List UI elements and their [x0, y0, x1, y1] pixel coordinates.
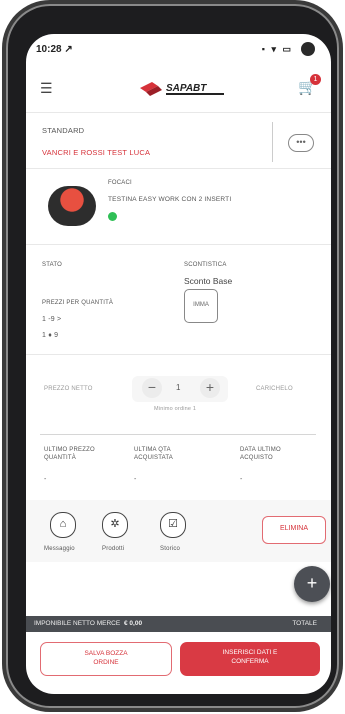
products-icon[interactable]: ✲ — [102, 512, 128, 538]
camera-cutout — [301, 42, 315, 56]
increment-button[interactable]: + — [200, 378, 220, 398]
logo-text: SAPABT — [166, 83, 207, 94]
decrement-button[interactable]: − — [142, 378, 162, 398]
product-label: FOCACI — [108, 180, 132, 186]
chat-icon[interactable]: ••• — [288, 134, 314, 152]
status-bar: 10:28 ↗ ▪ ▾ ▭ — [36, 42, 321, 58]
phone-frame: 10:28 ↗ ▪ ▾ ▭ ☰ SAPABT 🛒 1 STANDARD VANC… — [6, 4, 339, 708]
divider — [26, 168, 331, 169]
product-image — [48, 186, 96, 226]
app-screen: 10:28 ↗ ▪ ▾ ▭ ☰ SAPABT 🛒 1 STANDARD VANC… — [26, 34, 331, 694]
qty-price-line-2: 1 ♦ 9 — [42, 332, 59, 339]
history-value-3: - — [240, 476, 243, 483]
top-bar: ☰ SAPABT 🛒 1 — [26, 68, 331, 108]
image-button[interactable]: IMMA — [184, 289, 218, 323]
customer-name[interactable]: VANCRI E ROSSI TEST LUCA — [42, 148, 150, 157]
net-label: IMPONIBILE NETTO MERCE — [34, 620, 121, 627]
save-draft-button[interactable]: SALVA BOZZA ORDINE — [40, 642, 172, 676]
products-label[interactable]: Prodotti — [102, 546, 124, 552]
totals-bar: IMPONIBILE NETTO MERCE € 0,00 TOTALE — [26, 616, 331, 632]
divider — [26, 244, 331, 245]
vertical-divider — [272, 122, 273, 162]
cart-badge: 1 — [310, 74, 321, 85]
quantity-value[interactable]: 1 — [176, 383, 180, 392]
menu-icon[interactable]: ☰ — [40, 80, 53, 97]
availability-dot — [108, 212, 117, 221]
status-icons: ▪ ▾ ▭ — [261, 44, 293, 54]
message-label[interactable]: Messaggio — [44, 546, 75, 552]
customer-type: STANDARD — [42, 126, 85, 135]
history-col-3: DATA ULTIMO ACQUISTO — [240, 447, 281, 461]
add-fab-button[interactable]: + — [294, 566, 330, 602]
quantity-label-left: PREZZO NETTO — [44, 386, 93, 392]
sconto-value: Sconto Base — [184, 276, 233, 286]
history-value-2: - — [134, 476, 137, 483]
prezzi-quantita-label: PREZZI PER QUANTITÀ — [42, 300, 114, 306]
history-value-1: - — [44, 476, 47, 483]
qty-price-line-1: 1 -9 > — [42, 316, 62, 323]
brand-logo: SAPABT — [136, 78, 236, 100]
product-description: TESTINA EASY WORK CON 2 INSERTI — [108, 196, 232, 203]
history-label[interactable]: Storico — [160, 546, 180, 552]
min-order-note: Minimo ordine 1 — [154, 406, 197, 412]
divider — [26, 112, 331, 113]
total-label: TOTALE — [292, 620, 317, 627]
confirm-order-button[interactable]: INSERISCI DATI E CONFERMA — [180, 642, 320, 676]
net-value: € 0,00 — [124, 620, 143, 627]
status-time: 10:28 ↗ — [36, 44, 73, 55]
quantity-label-right: CARICHELO — [256, 386, 293, 392]
stato-label: STATO — [42, 262, 63, 268]
quantity-stepper[interactable]: − 1 + — [134, 378, 226, 400]
divider — [40, 434, 316, 435]
history-col-2: ULTIMA QTA ACQUISTATA — [134, 447, 174, 461]
history-icon[interactable]: ☑ — [160, 512, 186, 538]
history-col-1: ULTIMO PREZZO QUANTITÀ — [44, 447, 95, 461]
delete-button[interactable]: ELIMINA — [262, 516, 326, 544]
scontistica-label: SCONTISTICA — [184, 262, 227, 268]
message-icon[interactable]: ⌂ — [50, 512, 76, 538]
divider — [26, 354, 331, 355]
